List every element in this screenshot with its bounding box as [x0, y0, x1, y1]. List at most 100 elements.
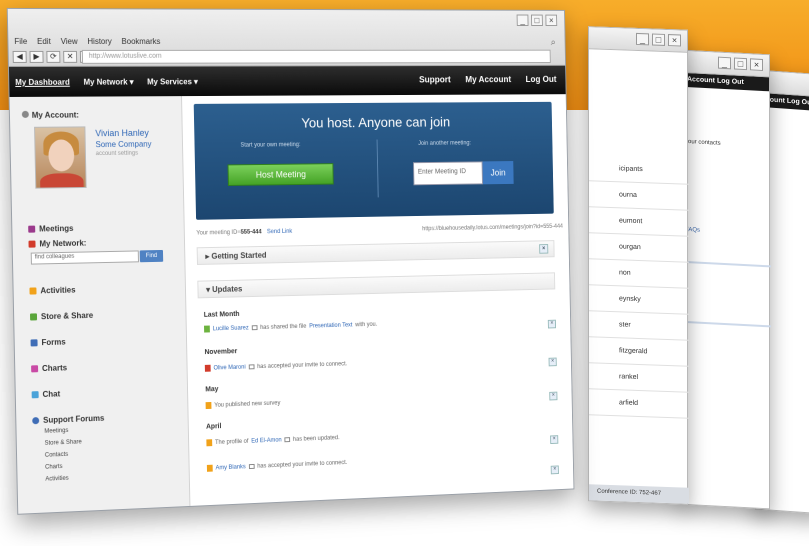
business-card-icon[interactable] [251, 325, 258, 331]
list-item[interactable]: non [589, 259, 689, 289]
forward-icon[interactable]: ▶ [29, 50, 44, 63]
window-titlebar: _ □ × [681, 50, 769, 78]
list-item[interactable]: arfield [589, 389, 689, 419]
minimize-icon[interactable]: _ [718, 56, 731, 70]
avatar[interactable] [34, 126, 87, 189]
forum-link-activities[interactable]: Activities [45, 476, 68, 483]
person-icon [204, 364, 211, 372]
meeting-id-input[interactable]: Enter Meeting ID [413, 161, 483, 186]
send-link[interactable]: Send Link [267, 229, 292, 235]
nav-log-out[interactable]: Log Out [525, 74, 556, 84]
sidebar-item-chat[interactable]: Chat [31, 389, 60, 399]
nav-logout[interactable]: Log Out [717, 78, 744, 86]
maximize-icon[interactable]: □ [531, 14, 543, 26]
menu-view[interactable]: View [61, 37, 78, 46]
nav-account[interactable]: Account [687, 76, 715, 84]
business-card-icon[interactable] [284, 437, 291, 443]
nav-logout[interactable]: Log Ou [787, 98, 809, 107]
business-card-icon[interactable] [248, 364, 255, 370]
section-getting-started[interactable]: ▸ Getting Started × [196, 240, 555, 265]
update-date: Last Month [203, 311, 240, 319]
file-icon [204, 325, 210, 333]
user-icon [21, 110, 29, 118]
browser-chrome: _ □ × File Edit View History Bookmarks ⌕… [7, 8, 566, 67]
update-actor-link[interactable]: Lucille Suarez [213, 325, 249, 332]
list-item[interactable]: eumont [589, 207, 689, 237]
close-icon[interactable]: × [545, 14, 558, 27]
window-titlebar: _ □ × [589, 27, 687, 53]
meeting-id-info: Your meeting ID=555-444 Send Link [196, 228, 293, 237]
close-icon[interactable]: × [539, 244, 549, 254]
update-item: The profile of Ed El-Amon has been updat… [206, 434, 340, 447]
list-item[interactable]: ourna [589, 181, 689, 211]
list-item[interactable]: rankel [589, 363, 689, 393]
top-navigation: My Dashboard My Network ▾ My Services ▾ … [8, 65, 566, 97]
update-object-link[interactable]: Ed El-Amon [251, 437, 281, 444]
list-item[interactable]: ourgan [589, 233, 689, 263]
close-icon[interactable]: × [750, 58, 763, 71]
list-item[interactable]: fitzgerald [589, 337, 689, 367]
close-icon[interactable]: × [668, 34, 681, 47]
join-button[interactable]: Join [482, 161, 514, 185]
charts-icon [31, 365, 39, 373]
list-item[interactable]: ster [589, 311, 689, 341]
sidebar-item-forms[interactable]: Forms [30, 337, 66, 347]
company-name[interactable]: Some Company [95, 140, 151, 149]
sidebar-item-charts[interactable]: Charts [31, 363, 67, 373]
minimize-icon[interactable]: _ [516, 14, 529, 26]
menu-history[interactable]: History [87, 37, 112, 46]
main-content: You host. Anyone can join Start your own… [181, 94, 575, 508]
sidebar-item-support-forums[interactable]: Support Forums [32, 414, 104, 426]
forum-link-store-share[interactable]: Store & Share [45, 439, 82, 446]
update-date: April [206, 423, 222, 431]
dismiss-icon[interactable]: × [548, 357, 557, 367]
menu-edit[interactable]: Edit [37, 37, 51, 46]
business-card-icon[interactable] [248, 463, 255, 470]
nav-my-account[interactable]: My Account [465, 74, 511, 84]
menu-file[interactable]: File [14, 37, 27, 46]
maximize-icon[interactable]: □ [734, 57, 747, 71]
sidebar-item-store-share[interactable]: Store & Share [29, 311, 93, 322]
stop-icon[interactable]: ✕ [63, 50, 78, 63]
activity-icon [206, 464, 213, 472]
dismiss-icon[interactable]: × [547, 319, 557, 329]
minimize-icon[interactable]: _ [636, 32, 649, 46]
forum-link-charts[interactable]: Charts [45, 464, 63, 471]
nav-my-services[interactable]: My Services ▾ [147, 77, 198, 86]
menu-bookmarks[interactable]: Bookmarks [121, 37, 160, 46]
list-item[interactable]: eynsky [589, 285, 689, 315]
list-item[interactable]: icipants [589, 155, 689, 185]
update-actor-link[interactable]: Olive Maroni [213, 364, 245, 371]
find-colleagues-input[interactable]: find colleagues [30, 250, 139, 265]
browser-menubar: File Edit View History Bookmarks [14, 37, 160, 46]
maximize-icon[interactable]: □ [652, 33, 665, 46]
forum-link-contacts[interactable]: Contacts [45, 452, 69, 459]
host-meeting-button[interactable]: Host Meeting [227, 163, 334, 186]
nav-my-network[interactable]: My Network ▾ [83, 78, 133, 87]
dismiss-icon[interactable]: × [549, 391, 558, 401]
nav-support[interactable]: Support [419, 75, 451, 85]
sidebar-item-my-network[interactable]: My Network: [28, 239, 86, 249]
dismiss-icon[interactable]: × [550, 465, 559, 475]
divider [376, 139, 379, 198]
chat-icon [31, 391, 39, 399]
section-updates[interactable]: ▾ Updates [197, 272, 556, 299]
meeting-id-value: 555-444 [240, 229, 262, 236]
address-bar[interactable]: http://www.lotuslive.com [81, 49, 551, 64]
user-name[interactable]: Vivian Hanley [95, 128, 149, 138]
update-object-link[interactable]: Presentation Text [309, 322, 352, 329]
update-actor-link[interactable]: Amy Blanks [215, 464, 245, 471]
search-icon[interactable]: ⌕ [551, 37, 556, 47]
sidebar-item-meetings[interactable]: Meetings [28, 224, 73, 234]
account-settings-link[interactable]: account settings [96, 151, 138, 157]
sidebar-item-activities[interactable]: Activities [29, 286, 76, 296]
nav-my-dashboard[interactable]: My Dashboard [15, 78, 70, 87]
activity-icon [205, 401, 212, 410]
find-button[interactable]: Find [139, 249, 164, 263]
update-item: You published new survey [205, 400, 281, 410]
forum-link-meetings[interactable]: Meetings [44, 428, 68, 435]
dismiss-icon[interactable]: × [550, 435, 559, 445]
back-icon[interactable]: ◀ [12, 50, 27, 63]
store-share-icon [29, 313, 38, 321]
reload-icon[interactable]: ⟳ [46, 50, 61, 63]
